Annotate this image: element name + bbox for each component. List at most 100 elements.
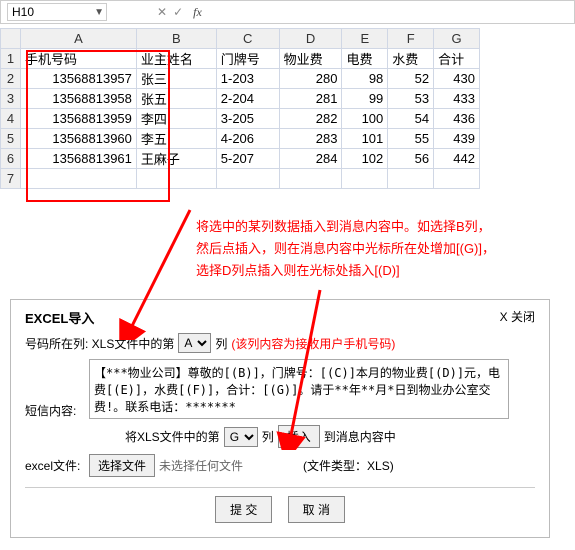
cancel-button[interactable]: 取 消 [288, 496, 345, 523]
cell[interactable]: 门牌号 [216, 49, 279, 69]
cell[interactable]: 李五 [136, 129, 216, 149]
table-row: 2 13568813957 张三 1-203 280 98 52 430 [1, 69, 480, 89]
cell[interactable]: 280 [279, 69, 342, 89]
cell[interactable]: 13568813959 [21, 109, 137, 129]
cell[interactable]: 282 [279, 109, 342, 129]
cell[interactable] [136, 169, 216, 189]
sms-content-input[interactable]: 【***物业公司】尊敬的[(B)]，门牌号：[(C)]本月的物业费[(D)]元，… [89, 359, 509, 419]
cell[interactable]: 13568813958 [21, 89, 137, 109]
cell[interactable]: 433 [434, 89, 480, 109]
confirm-icon[interactable]: ✓ [173, 5, 183, 19]
col-C[interactable]: C [216, 29, 279, 49]
cell[interactable]: 102 [342, 149, 388, 169]
cell[interactable] [21, 169, 137, 189]
cell[interactable]: 55 [388, 129, 434, 149]
cell[interactable]: 5-207 [216, 149, 279, 169]
insert-label-post: 列 [262, 428, 274, 445]
row-head-3[interactable]: 3 [1, 89, 21, 109]
cell[interactable]: 李四 [136, 109, 216, 129]
choose-file-button[interactable]: 选择文件 [89, 454, 155, 477]
cell[interactable]: 王麻子 [136, 149, 216, 169]
cell[interactable]: 13568813957 [21, 69, 137, 89]
cell[interactable] [342, 169, 388, 189]
row-head-1[interactable]: 1 [1, 49, 21, 69]
table-row: 3 13568813958 张五 2-204 281 99 53 433 [1, 89, 480, 109]
file-type-hint: (文件类型：XLS) [303, 457, 394, 474]
cell[interactable]: 3-205 [216, 109, 279, 129]
cell[interactable]: 439 [434, 129, 480, 149]
cell[interactable]: 业主姓名 [136, 49, 216, 69]
cell[interactable]: 442 [434, 149, 480, 169]
cell[interactable]: 13568813960 [21, 129, 137, 149]
select-all-cell[interactable] [1, 29, 21, 49]
note-line: 选择D列点插入则在光标处插入[(D)] [196, 260, 556, 282]
cell[interactable]: 283 [279, 129, 342, 149]
cell[interactable]: 2-204 [216, 89, 279, 109]
insert-column-select[interactable]: G [224, 427, 258, 447]
import-dialog: EXCEL导入 X 关闭 号码所在列: XLS文件中的第 A 列 (该列内容为接… [10, 299, 550, 538]
row-head-6[interactable]: 6 [1, 149, 21, 169]
cell[interactable]: 1-203 [216, 69, 279, 89]
table-row: 5 13568813960 李五 4-206 283 101 55 439 [1, 129, 480, 149]
cell[interactable]: 张三 [136, 69, 216, 89]
col-A[interactable]: A [21, 29, 137, 49]
name-box[interactable]: H10 ▼ [7, 3, 107, 21]
dialog-title: EXCEL导入 [25, 308, 94, 327]
cell[interactable]: 436 [434, 109, 480, 129]
cell[interactable] [434, 169, 480, 189]
cell[interactable] [279, 169, 342, 189]
col-G[interactable]: G [434, 29, 480, 49]
sms-content-label: 短信内容: [25, 402, 85, 419]
col-B[interactable]: B [136, 29, 216, 49]
cell[interactable]: 98 [342, 69, 388, 89]
cell[interactable]: 281 [279, 89, 342, 109]
note-line: 然后点插入，则在消息内容中光标所在处增加[(G)]， [196, 238, 556, 260]
cell[interactable]: 101 [342, 129, 388, 149]
submit-button[interactable]: 提 交 [215, 496, 272, 523]
row-head-2[interactable]: 2 [1, 69, 21, 89]
phone-hint: (该列内容为接收用户手机号码) [231, 335, 395, 352]
cell[interactable]: 430 [434, 69, 480, 89]
cell[interactable]: 合计 [434, 49, 480, 69]
cell[interactable]: 电费 [342, 49, 388, 69]
cell[interactable]: 水费 [388, 49, 434, 69]
empty-row: 7 [1, 169, 480, 189]
header-data-row: 1 手机号码 业主姓名 门牌号 物业费 电费 水费 合计 [1, 49, 480, 69]
phone-col-label-post: 列 [215, 335, 227, 352]
row-head-7[interactable]: 7 [1, 169, 21, 189]
cell[interactable]: 284 [279, 149, 342, 169]
cell[interactable]: 100 [342, 109, 388, 129]
spreadsheet: A B C D E F G 1 手机号码 业主姓名 门牌号 物业费 电费 水费 … [0, 28, 480, 189]
cell[interactable]: 52 [388, 69, 434, 89]
cell[interactable]: 56 [388, 149, 434, 169]
table-row: 4 13568813959 李四 3-205 282 100 54 436 [1, 109, 480, 129]
column-header-row: A B C D E F G [1, 29, 480, 49]
cancel-icon[interactable]: ✕ [157, 5, 167, 19]
close-button[interactable]: X 关闭 [500, 308, 535, 327]
cell[interactable]: 手机号码 [21, 49, 137, 69]
cell[interactable] [216, 169, 279, 189]
cell[interactable]: 99 [342, 89, 388, 109]
note-line: 将选中的某列数据插入到消息内容中。如选择B列， [196, 216, 556, 238]
cell[interactable]: 53 [388, 89, 434, 109]
cell[interactable]: 13568813961 [21, 149, 137, 169]
cell[interactable]: 张五 [136, 89, 216, 109]
col-D[interactable]: D [279, 29, 342, 49]
row-head-4[interactable]: 4 [1, 109, 21, 129]
col-F[interactable]: F [388, 29, 434, 49]
insert-label-tail: 到消息内容中 [324, 428, 396, 445]
cell[interactable] [388, 169, 434, 189]
cell[interactable]: 4-206 [216, 129, 279, 149]
cell-reference: H10 [12, 5, 34, 19]
phone-column-select[interactable]: A [178, 333, 211, 353]
insert-button[interactable]: 插入 [278, 425, 320, 448]
table-row: 6 13568813961 王麻子 5-207 284 102 56 442 [1, 149, 480, 169]
file-label: excel文件: [25, 457, 85, 474]
col-E[interactable]: E [342, 29, 388, 49]
fx-icon[interactable]: fx [193, 5, 202, 20]
chevron-down-icon[interactable]: ▼ [94, 7, 104, 18]
phone-col-label-pre: 号码所在列: XLS文件中的第 [25, 335, 174, 352]
cell[interactable]: 物业费 [279, 49, 342, 69]
row-head-5[interactable]: 5 [1, 129, 21, 149]
cell[interactable]: 54 [388, 109, 434, 129]
